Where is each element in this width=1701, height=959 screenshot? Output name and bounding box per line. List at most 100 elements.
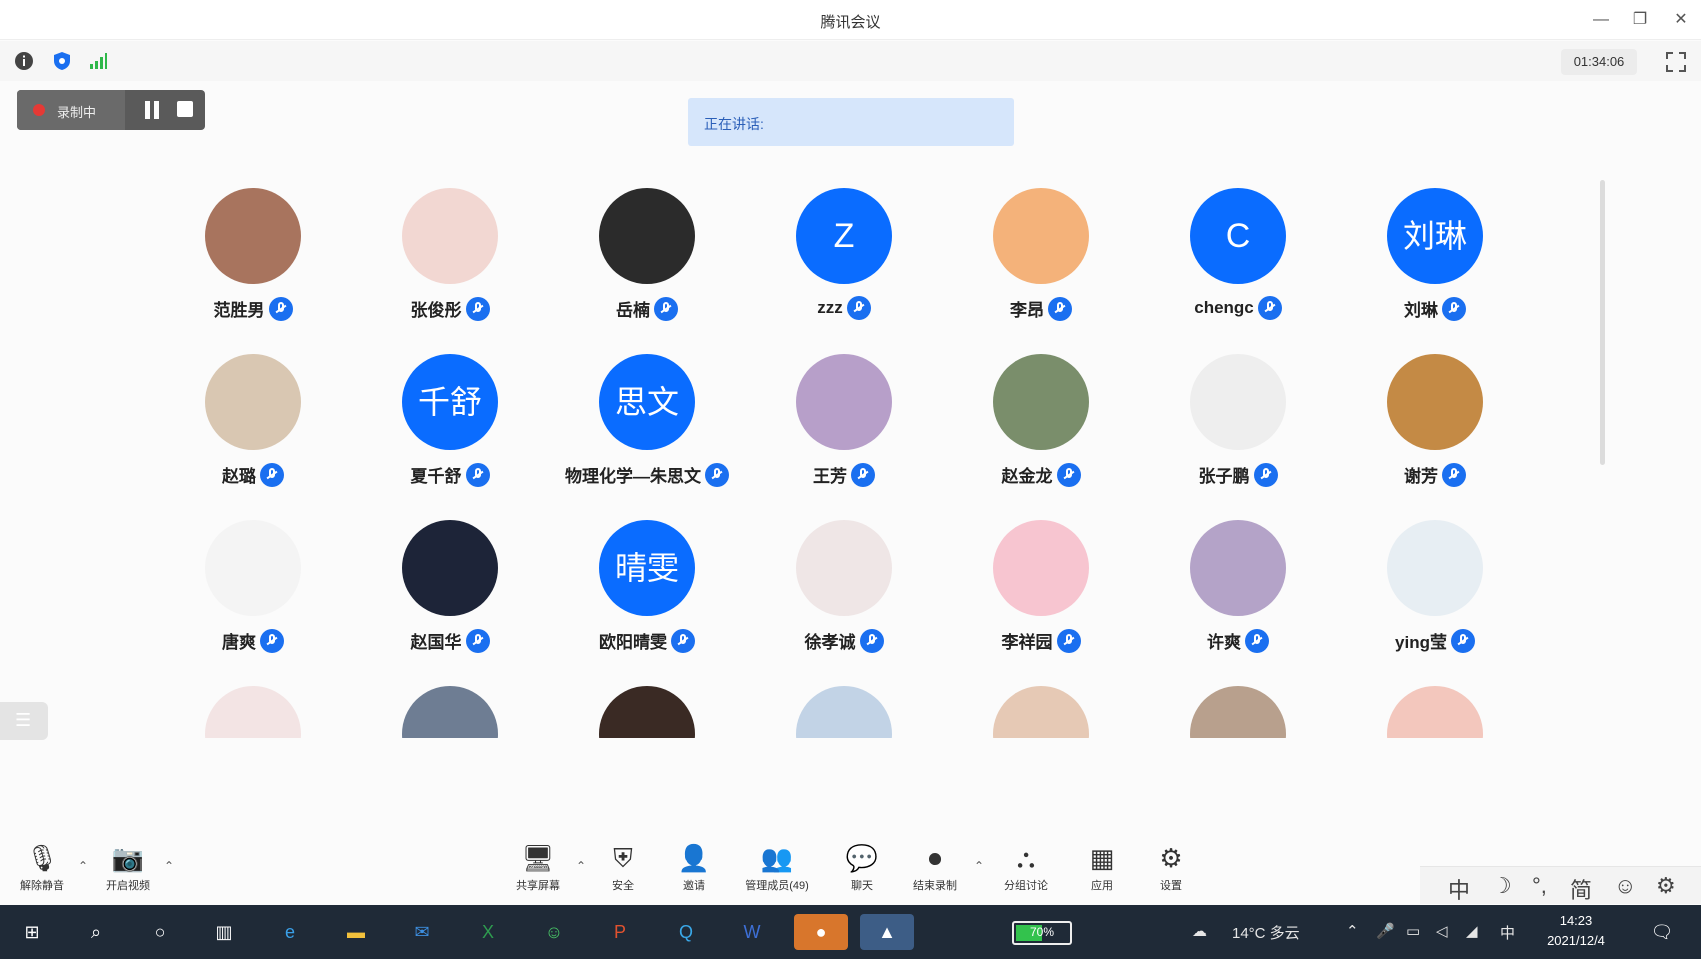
record-options-caret-icon[interactable]: ⌃ — [974, 859, 984, 873]
invite-button[interactable]: 👤 邀请 — [654, 843, 734, 903]
end-recording-button[interactable]: ⏺ 结束录制 — [895, 843, 975, 903]
ime-simplified[interactable]: 简 — [1570, 873, 1592, 905]
participant-tile[interactable]: 范胜男 — [155, 188, 351, 338]
participant-name: 李昂 — [1010, 301, 1044, 320]
minimize-button[interactable]: — — [1588, 8, 1614, 32]
participant-tile[interactable]: 思文 物理化学—朱思文 — [549, 354, 745, 504]
mail-icon[interactable]: ✉ — [404, 914, 440, 950]
participant-tile[interactable]: ying莹 — [1337, 520, 1533, 670]
apps-button[interactable]: ▦ 应用 — [1062, 843, 1142, 903]
pause-recording-button[interactable] — [143, 101, 161, 119]
ime-chinese-mode[interactable]: 中 — [1448, 873, 1470, 905]
ime-emoji-icon[interactable]: ☺ — [1614, 873, 1636, 899]
participant-tile[interactable]: 张子鹏 — [1140, 354, 1336, 504]
tray-ime[interactable]: 中 — [1500, 922, 1515, 943]
participant-name-row: 赵金龙 — [943, 462, 1139, 487]
tray-volume-icon[interactable]: ◁ — [1436, 922, 1448, 940]
participant-tile[interactable]: 赵国华 — [352, 520, 548, 670]
qq-browser-icon[interactable]: Q — [668, 914, 704, 950]
unmute-button[interactable]: 🎙 解除静音 — [2, 843, 82, 903]
cortana-icon[interactable]: ○ — [142, 914, 178, 950]
grid-scrollbar[interactable] — [1600, 180, 1605, 465]
search-icon[interactable]: ⌕ — [78, 914, 114, 950]
title-bar: 腾讯会议 — ❐ ✕ — [0, 0, 1701, 40]
participant-photo-avatar — [402, 520, 498, 616]
excel-icon[interactable]: X — [470, 914, 506, 950]
settings-button[interactable]: ⚙ 设置 — [1131, 843, 1211, 903]
sidebar-toggle-button[interactable] — [0, 702, 48, 740]
participant-tile[interactable]: Zzzz — [746, 188, 942, 338]
info-icon[interactable] — [14, 51, 34, 71]
participant-tile[interactable] — [1337, 686, 1533, 738]
breakout-rooms-button[interactable]: ⛬ 分组讨论 — [986, 843, 1066, 903]
restore-button[interactable]: ❐ — [1627, 8, 1653, 32]
participant-tile[interactable]: 岳楠 — [549, 188, 745, 338]
video-options-caret-icon[interactable]: ⌃ — [164, 859, 174, 873]
battery-indicator[interactable]: 70% — [1012, 921, 1072, 945]
participant-tile[interactable]: 刘琳 刘琳 — [1337, 188, 1533, 338]
weather-text[interactable]: 14°C 多云 — [1232, 922, 1300, 943]
ime-punct-icon[interactable]: °, — [1532, 873, 1547, 899]
participant-photo-avatar — [796, 354, 892, 450]
participant-photo-avatar — [993, 520, 1089, 616]
participant-tile[interactable]: 唐爽 — [155, 520, 351, 670]
fullscreen-icon[interactable] — [1665, 51, 1687, 73]
participant-name: 张俊彤 — [410, 301, 462, 320]
task-view-icon[interactable]: ▥ — [206, 914, 242, 950]
participant-tile[interactable] — [352, 686, 548, 738]
participant-tile[interactable]: 李祥园 — [943, 520, 1139, 670]
meeting-info-bar: 01:34:06 — [0, 41, 1701, 81]
participant-tile[interactable]: 李昂 — [943, 188, 1139, 338]
participant-tile[interactable] — [746, 686, 942, 738]
taskbar-clock[interactable]: 14:23 2021/12/4 — [1536, 911, 1616, 951]
participant-name: 赵国华 — [410, 633, 462, 652]
share-screen-button[interactable]: 🖥 共享屏幕 — [498, 843, 578, 903]
word-icon[interactable]: W — [734, 914, 770, 950]
participant-tile[interactable]: 徐孝诚 — [746, 520, 942, 670]
participant-tile[interactable] — [1140, 686, 1336, 738]
participant-name: 欧阳晴雯 — [599, 633, 667, 652]
chat-app-icon[interactable]: ☺ — [536, 914, 572, 950]
start-video-button[interactable]: 📷 开启视频 — [88, 843, 168, 903]
participant-tile[interactable]: 许爽 — [1140, 520, 1336, 670]
recording-status[interactable]: 录制中 — [17, 90, 125, 130]
participant-tile[interactable]: 千舒 夏千舒 — [352, 354, 548, 504]
audio-options-caret-icon[interactable]: ⌃ — [78, 859, 88, 873]
security-button[interactable]: ⛨ 安全 — [583, 843, 663, 903]
participant-tile[interactable]: 谢芳 — [1337, 354, 1533, 504]
chat-button[interactable]: 💬 聊天 — [822, 843, 902, 903]
participant-name-row: 欧阳晴雯 — [549, 628, 745, 653]
participant-name-row: 张子鹏 — [1140, 462, 1336, 487]
participant-tile[interactable] — [549, 686, 745, 738]
participant-name-row: 张俊彤 — [352, 296, 548, 321]
ime-settings-icon[interactable]: ⚙ — [1656, 873, 1676, 899]
manage-members-button[interactable]: 👥 管理成员(49) — [737, 843, 817, 903]
participant-tile[interactable]: Cchengc — [1140, 188, 1336, 338]
participant-tile[interactable] — [943, 686, 1139, 738]
participant-tile[interactable]: 晴雯 欧阳晴雯 — [549, 520, 745, 670]
stop-recording-button[interactable] — [177, 101, 193, 117]
wechat-icon[interactable]: ● — [794, 914, 848, 950]
participant-tile[interactable] — [155, 686, 351, 738]
signal-icon[interactable] — [88, 51, 108, 71]
tray-battery-icon[interactable]: ▭ — [1406, 922, 1420, 940]
tencent-meeting-icon[interactable]: ▲ — [860, 914, 914, 950]
participant-tile[interactable]: 张俊彤 — [352, 188, 548, 338]
participant-tile[interactable]: 赵金龙 — [943, 354, 1139, 504]
close-button[interactable]: ✕ — [1668, 8, 1694, 32]
participant-tile[interactable]: 赵璐 — [155, 354, 351, 504]
participant-name: 王芳 — [813, 467, 847, 486]
tray-network-icon[interactable]: ◢ — [1466, 922, 1478, 940]
weather-cloud-icon[interactable]: ☁ — [1192, 922, 1207, 940]
powerpoint-icon[interactable]: P — [602, 914, 638, 950]
settings-label: 设置 — [1160, 880, 1182, 892]
participant-tile[interactable]: 王芳 — [746, 354, 942, 504]
edge-browser-icon[interactable]: e — [272, 914, 308, 950]
file-explorer-icon[interactable]: ▬ — [338, 914, 374, 950]
notification-center-icon[interactable]: 🗨 — [1644, 914, 1680, 950]
ime-moon-icon[interactable]: ☽ — [1492, 873, 1512, 899]
tray-chevron-icon[interactable]: ⌃ — [1346, 922, 1359, 940]
shield-icon[interactable] — [52, 51, 72, 71]
tray-mic-icon[interactable]: 🎤 — [1376, 922, 1395, 940]
start-windows-icon[interactable]: ⊞ — [14, 914, 50, 950]
